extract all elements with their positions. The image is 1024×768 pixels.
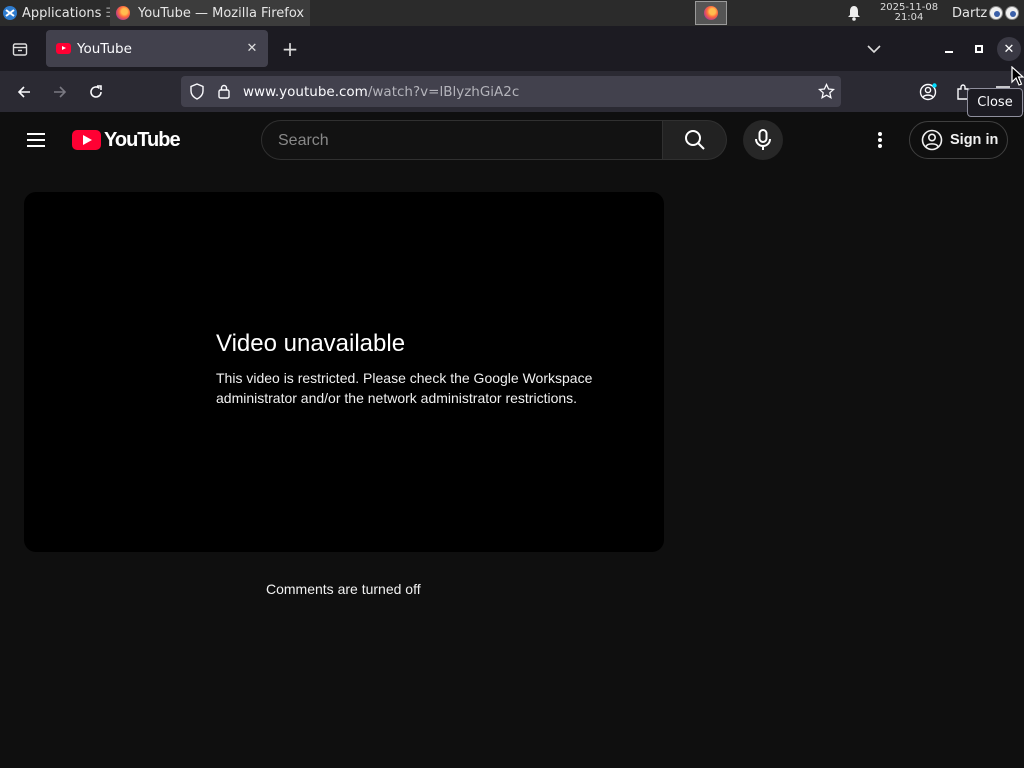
video-error-message: This video is restricted. Please check t… (216, 370, 593, 406)
search-button[interactable] (663, 120, 727, 160)
account-circle-icon (921, 129, 943, 151)
tab-close-icon[interactable]: ✕ (244, 40, 260, 56)
account-icon[interactable] (915, 79, 941, 105)
youtube-logo-text: YouTube (104, 128, 181, 151)
settings-more-icon[interactable] (868, 128, 892, 152)
url-text[interactable]: www.youtube.com/watch?v=lBlyzhGiA2c (243, 84, 519, 100)
xeyes-left-icon (989, 6, 1004, 20)
firefox-tab-strip: YouTube ✕ + ✕ (0, 26, 1024, 71)
forward-arrow-icon[interactable] (47, 79, 73, 105)
lock-icon[interactable] (217, 83, 231, 104)
search-icon (684, 130, 705, 150)
chevron-down-icon[interactable] (862, 36, 886, 62)
workspace-firefox-thumbnail[interactable] (695, 1, 727, 25)
clock-time: 21:04 (894, 12, 924, 23)
back-arrow-icon[interactable] (11, 79, 37, 105)
url-path: /watch?v=lBlyzhGiA2c (367, 84, 520, 100)
youtube-favicon-icon (56, 43, 71, 54)
desktop-panel: Applications ☰ YouTube — Mozilla Firefox… (0, 0, 1024, 26)
tab-youtube[interactable]: YouTube ✕ (46, 30, 268, 67)
youtube-play-logo-icon (72, 130, 101, 150)
bookmark-star-icon[interactable] (817, 82, 836, 104)
url-host: www.youtube.com (243, 84, 368, 100)
firefox-icon (704, 6, 718, 20)
notification-bell-icon[interactable] (844, 0, 864, 26)
mouse-cursor-icon (1011, 66, 1024, 86)
tracking-shield-icon[interactable] (189, 83, 205, 104)
search-box (261, 120, 663, 160)
applications-menu[interactable]: Applications ☰ (0, 0, 117, 26)
taskbar-firefox-window[interactable]: YouTube — Mozilla Firefox (110, 0, 310, 26)
maximize-window-icon[interactable] (968, 38, 990, 60)
comments-status: Comments are turned off (266, 581, 421, 597)
tab-title: YouTube (77, 40, 132, 57)
close-tooltip: Close (967, 88, 1023, 117)
firefox-view-icon[interactable] (6, 36, 34, 62)
video-player[interactable]: Video unavailable This video is restrict… (24, 192, 664, 552)
user-menu[interactable]: Dartz (952, 0, 1020, 26)
youtube-logo[interactable]: YouTube (72, 128, 181, 152)
search-input[interactable] (278, 130, 648, 152)
sign-in-label: Sign in (950, 132, 999, 148)
microphone-icon (755, 129, 771, 150)
user-name: Dartz (952, 5, 988, 21)
guide-menu-icon[interactable] (24, 128, 48, 152)
youtube-page: YouTube Sign in Video unavailable This v… (0, 112, 1024, 768)
applications-label: Applications (22, 5, 102, 21)
xeyes-right-icon (1005, 6, 1020, 20)
close-window-icon[interactable]: ✕ (997, 37, 1021, 61)
panel-clock[interactable]: 2025-11-08 21:04 (870, 0, 948, 26)
minimize-window-icon[interactable] (938, 38, 960, 60)
reload-icon[interactable] (83, 79, 109, 105)
firefox-icon (116, 6, 130, 20)
xfce-logo-icon (3, 6, 17, 20)
url-bar[interactable]: www.youtube.com/watch?v=lBlyzhGiA2c (181, 76, 841, 107)
firefox-navigation-bar: www.youtube.com/watch?v=lBlyzhGiA2c (0, 71, 1024, 112)
new-tab-icon[interactable]: + (278, 36, 302, 62)
taskbar-window-title: YouTube — Mozilla Firefox (138, 5, 305, 21)
sign-in-button[interactable]: Sign in (909, 121, 1008, 159)
video-error-title: Video unavailable (216, 330, 406, 357)
voice-search-button[interactable] (743, 120, 783, 160)
